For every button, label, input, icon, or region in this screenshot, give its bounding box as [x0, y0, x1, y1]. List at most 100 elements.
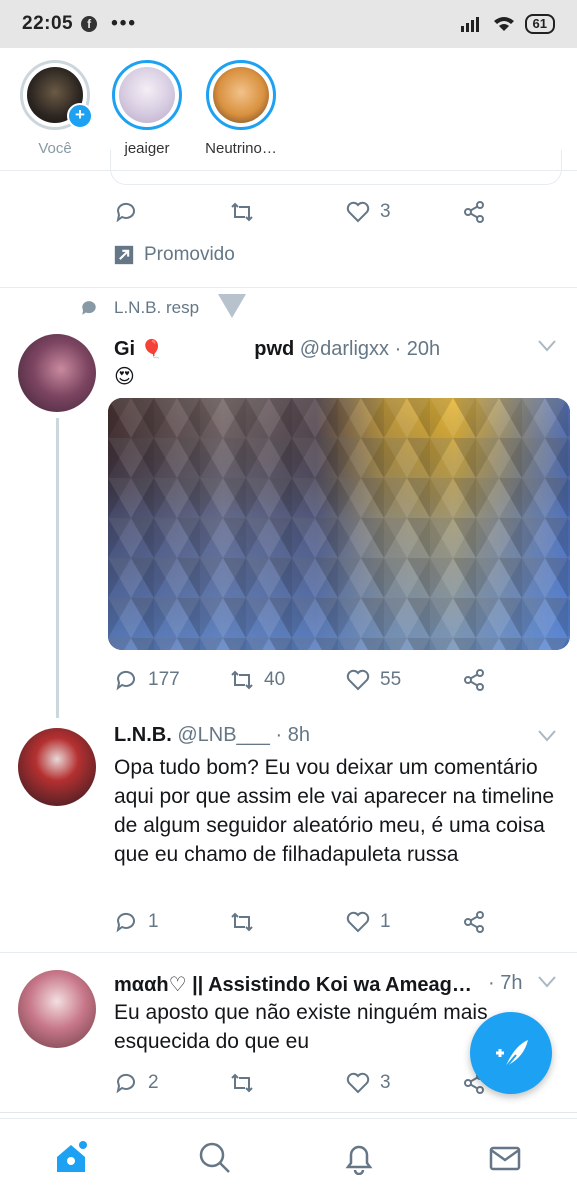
tweet-media[interactable]: [108, 398, 570, 650]
divider: [0, 287, 577, 288]
timestamp: · 8h: [275, 724, 310, 746]
reply-count: 2: [148, 1072, 159, 1093]
like-count: 3: [380, 201, 391, 222]
mosaic-fragment: [218, 294, 246, 318]
tab-messages[interactable]: [488, 1141, 522, 1175]
reply-icon: [116, 912, 135, 933]
heart-eyes-emoji: 😍: [114, 366, 135, 388]
share-icon: [464, 201, 484, 223]
share-button[interactable]: [462, 910, 486, 934]
display-name[interactable]: mααh♡ || Assistindo Koi wa Ameag…: [114, 974, 472, 996]
tab-home[interactable]: [54, 1141, 88, 1175]
like-icon: [346, 1072, 370, 1094]
signal-icon: [460, 17, 479, 32]
avatar[interactable]: [18, 970, 96, 1048]
like-button[interactable]: 3: [346, 1071, 391, 1095]
like-icon: [346, 201, 370, 223]
status-time: 22:05: [22, 13, 74, 34]
chevron-down-icon[interactable]: [538, 340, 556, 352]
retweet-count: 40: [264, 669, 286, 690]
like-icon: [346, 911, 370, 933]
tweet-header: L.N.B. @LNB___ · 8h: [114, 724, 310, 747]
retweet-icon: [231, 1073, 253, 1093]
avatar: [119, 67, 175, 123]
chevron-down-icon[interactable]: [538, 730, 556, 742]
divider: [0, 952, 577, 953]
like-count: 1: [380, 911, 391, 932]
reply-icon: [116, 202, 135, 223]
display-name[interactable]: L.N.B.: [114, 724, 172, 746]
avatar[interactable]: [18, 334, 96, 412]
status-bar: 22:05 f ••• 61: [0, 0, 577, 48]
promoted-icon: [114, 245, 134, 265]
fleet-neutrino[interactable]: Neutrino…: [196, 60, 286, 157]
compose-icon: [496, 1040, 528, 1069]
share-button[interactable]: [462, 668, 486, 692]
reply-icon: [116, 670, 135, 691]
tweet-header: Gi 🎈 pwd @darligxx · 20h: [114, 338, 440, 361]
retweet-icon: [231, 202, 253, 222]
bottom-tab-bar: [0, 1118, 577, 1201]
tab-notifications[interactable]: [342, 1141, 376, 1176]
reply-button[interactable]: 1: [114, 910, 159, 934]
tweet-header: mααh♡ || Assistindo Koi wa Ameag…: [114, 972, 472, 997]
handle[interactable]: @darligxx: [300, 338, 389, 360]
thread-line: [56, 418, 59, 718]
fleet-label: Você: [38, 140, 72, 157]
notifications-icon: [345, 1145, 373, 1176]
chevron-down-icon[interactable]: [538, 976, 556, 988]
battery-indicator: 61: [524, 14, 555, 34]
retweet-button[interactable]: [230, 1071, 254, 1095]
tweet-text: Eu aposto que não existe ninguém mais es…: [114, 1001, 488, 1053]
home-icon: [57, 1141, 87, 1172]
reply-context: L.N.B. resp: [80, 298, 199, 318]
add-fleet-icon[interactable]: +: [67, 103, 93, 129]
reply-button[interactable]: 2: [114, 1071, 159, 1095]
divider: [0, 1112, 577, 1113]
share-button[interactable]: [462, 200, 486, 224]
display-name[interactable]: Gi: [114, 338, 135, 360]
reply-context-text: L.N.B. resp: [114, 298, 200, 317]
compose-button[interactable]: [470, 1012, 552, 1094]
tab-search[interactable]: [198, 1141, 232, 1175]
timestamp-container: · 7h: [488, 972, 522, 995]
share-icon: [464, 911, 484, 933]
wifi-icon: [493, 17, 514, 31]
like-count: 55: [380, 669, 402, 690]
balloon-emoji: 🎈: [140, 339, 164, 359]
reply-count: 1: [148, 911, 159, 932]
like-button[interactable]: 55: [346, 668, 401, 692]
tweet-text: Opa tudo bom? Eu vou deixar um comentári…: [114, 756, 555, 866]
like-button[interactable]: 1: [346, 910, 391, 934]
retweet-button[interactable]: [230, 910, 254, 934]
timestamp: · 20h: [394, 338, 441, 360]
like-count: 3: [380, 1072, 391, 1093]
like-icon: [346, 669, 370, 691]
fleet-jeaiger[interactable]: jeaiger: [102, 60, 192, 157]
promoted-label: Promovido: [144, 244, 235, 265]
reply-icon: [116, 1073, 135, 1094]
fleet-own[interactable]: + Você: [10, 60, 100, 157]
retweet-icon: [231, 670, 253, 690]
quoted-card-edge: [110, 150, 562, 185]
reply-count: 177: [148, 669, 180, 690]
display-name-suffix[interactable]: pwd: [254, 338, 294, 360]
reply-button[interactable]: [114, 200, 138, 224]
pixelated-image: [108, 398, 570, 650]
avatar: [213, 67, 269, 123]
share-icon: [464, 669, 484, 691]
like-button[interactable]: 3: [346, 200, 391, 224]
facebook-icon: f: [81, 16, 98, 32]
search-icon: [199, 1142, 230, 1173]
reply-button[interactable]: 177: [114, 668, 180, 692]
more-notifications-icon: •••: [111, 13, 138, 34]
messages-icon: [489, 1146, 521, 1171]
retweet-button[interactable]: 40: [230, 668, 285, 692]
retweet-icon: [231, 912, 253, 932]
promoted-badge: Promovido: [114, 244, 235, 266]
handle[interactable]: @LNB___: [177, 724, 270, 746]
reply-context-icon: [82, 301, 96, 315]
retweet-button[interactable]: [230, 200, 254, 224]
timestamp: · 7h: [488, 972, 523, 994]
avatar[interactable]: [18, 728, 96, 806]
